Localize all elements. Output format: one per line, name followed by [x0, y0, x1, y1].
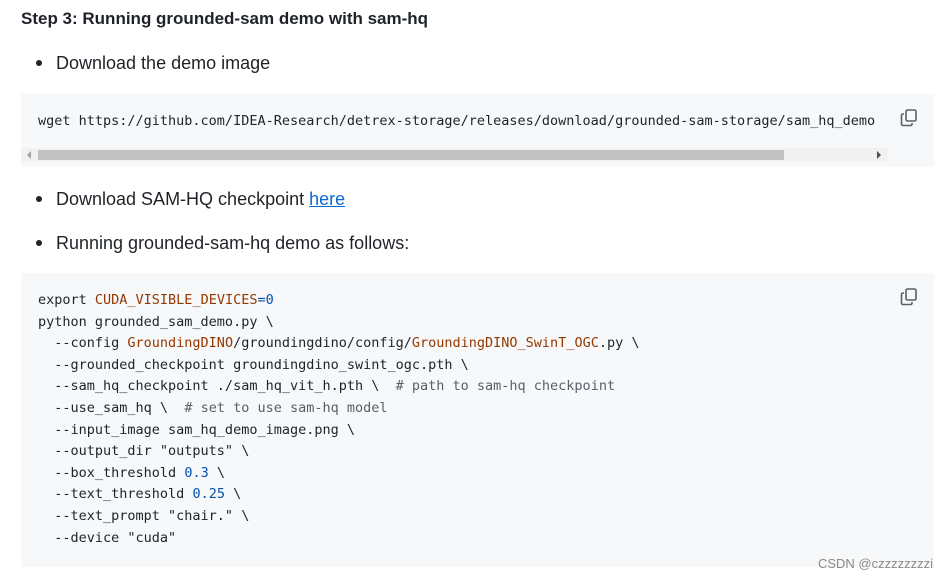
- list-item-download-demo: Download the demo image: [36, 51, 270, 75]
- code-line: --device "cuda": [38, 529, 177, 546]
- scrollbar-thumb[interactable]: [38, 150, 784, 160]
- code-line-wget: wget https://github.com/IDEA-Research/de…: [38, 113, 876, 129]
- list-item-text: Download SAM-HQ checkpoint: [56, 189, 305, 209]
- bullet-dot: [36, 196, 42, 202]
- list-item-running: Running grounded-sam-hq demo as follows:: [36, 231, 409, 255]
- code-line: --input_image sam_hq_demo_image.png \: [38, 421, 355, 438]
- code-line: --text_prompt "chair." \: [38, 507, 250, 524]
- scroll-left-arrow-icon[interactable]: [27, 151, 31, 159]
- code-block-wget: wget https://github.com/IDEA-Research/de…: [21, 94, 934, 167]
- code-line: --sam_hq_checkpoint ./sam_hq_vit_h.pth \…: [38, 378, 616, 395]
- code-line: python grounded_sam_demo.py \: [38, 313, 274, 330]
- code-line: --text_threshold 0.25 \: [38, 486, 242, 503]
- code-line: --use_sam_hq \ # set to use sam-hq model: [38, 399, 388, 416]
- copy-button[interactable]: [898, 286, 920, 308]
- code-block-demo: export CUDA_VISIBLE_DEVICES=0python grou…: [21, 273, 934, 567]
- list-item-text: Download the demo image: [56, 53, 271, 73]
- code-line: --output_dir "outputs" \: [38, 443, 250, 460]
- bullet-dot: [36, 60, 42, 66]
- bullet-dot: [36, 240, 42, 246]
- horizontal-scrollbar[interactable]: [21, 148, 887, 162]
- list-item-download-checkpoint: Download SAM-HQ checkpoint here: [36, 187, 345, 211]
- list-item-text: Running grounded-sam-hq demo as follows:: [56, 233, 410, 253]
- here-link[interactable]: here: [309, 187, 345, 211]
- code-content: export CUDA_VISIBLE_DEVICES=0python grou…: [38, 290, 639, 549]
- copy-icon: [900, 288, 917, 306]
- scroll-right-arrow-icon[interactable]: [877, 151, 881, 159]
- code-line: --grounded_checkpoint groundingdino_swin…: [38, 356, 469, 373]
- code-line: export CUDA_VISIBLE_DEVICES=0: [38, 292, 274, 308]
- copy-button[interactable]: [898, 107, 920, 129]
- watermark: CSDN @czzzzzzzzi: [817, 556, 933, 571]
- code-line: --config GroundingDINO/groundingdino/con…: [38, 335, 640, 352]
- step-title: Step 3: Running grounded-sam demo with s…: [21, 9, 429, 28]
- code-line: --box_threshold 0.3 \: [38, 464, 225, 481]
- copy-icon: [900, 109, 917, 127]
